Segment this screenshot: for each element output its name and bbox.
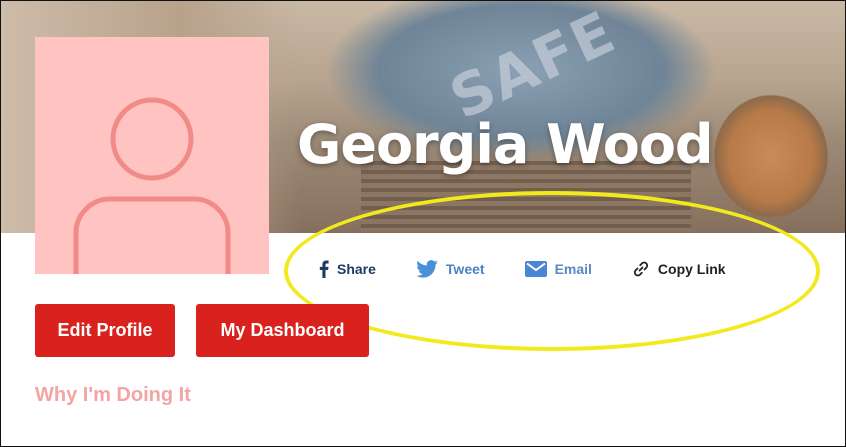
profile-name: Georgia Wood [297, 113, 714, 176]
profile-page: SAFE Georgia Wood Share Tweet Email Copy… [0, 0, 846, 447]
user-avatar-icon [73, 97, 231, 274]
avatar[interactable] [35, 37, 269, 274]
edit-profile-button[interactable]: Edit Profile [35, 304, 175, 357]
my-dashboard-button[interactable]: My Dashboard [196, 304, 369, 357]
why-im-doing-it-heading: Why I'm Doing It [35, 384, 191, 406]
